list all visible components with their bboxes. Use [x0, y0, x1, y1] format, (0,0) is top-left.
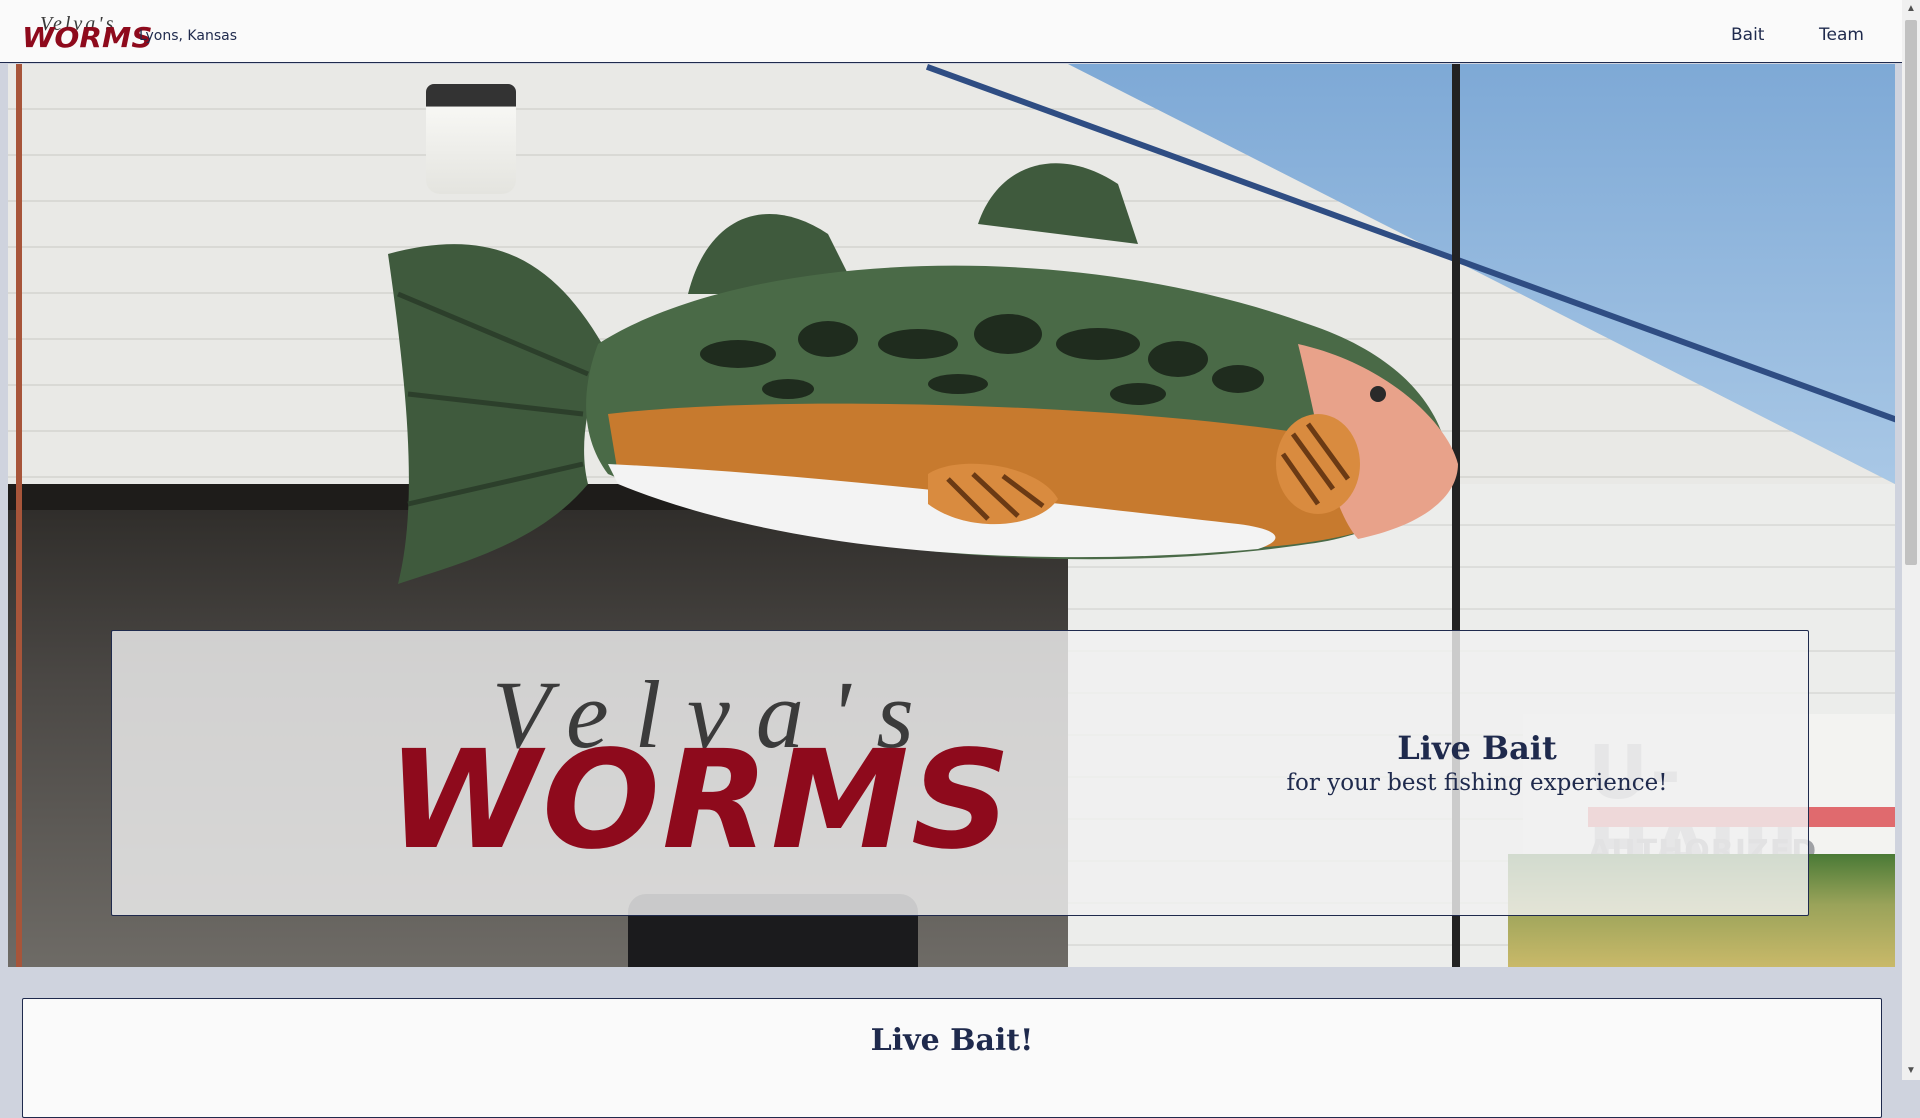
brand-logo-bottom: WORMS — [22, 21, 153, 54]
hero-logo-bottom: WORMS — [387, 722, 1013, 880]
nav-link-bait[interactable]: Bait — [1731, 25, 1764, 45]
top-navbar: Velva's WORMS Lyons, Kansas Bait Team — [0, 0, 1902, 63]
hero-tagline-title: Live Bait — [1397, 729, 1557, 767]
hero-tagline: Live Bait for your best fishing experien… — [1132, 729, 1822, 797]
scrollbar-thumb[interactable] — [1905, 20, 1917, 565]
section-title: Live Bait! — [870, 1023, 1034, 1058]
scroll-down-icon[interactable]: ▼ — [1902, 1062, 1920, 1080]
live-bait-section: Live Bait! — [22, 998, 1882, 1118]
fish-sculpture — [388, 163, 1458, 584]
hero-banner: U-HAUL AUTHORIZED DEALER — [8, 64, 1895, 967]
hero-tagline-subtitle: for your best fishing experience! — [1286, 770, 1668, 797]
nav-link-team[interactable]: Team — [1819, 25, 1864, 45]
hero-logo: Velva's WORMS — [387, 667, 1011, 897]
fishing-rod — [16, 64, 22, 967]
scroll-up-icon[interactable]: ▲ — [1902, 0, 1920, 18]
page-scrollbar[interactable]: ▲ ▼ — [1902, 0, 1920, 1080]
hero-card: Velva's WORMS Live Bait for your best fi… — [111, 630, 1809, 916]
location-text: Lyons, Kansas — [139, 28, 237, 44]
brand-logo[interactable]: Velva's WORMS — [22, 14, 152, 54]
